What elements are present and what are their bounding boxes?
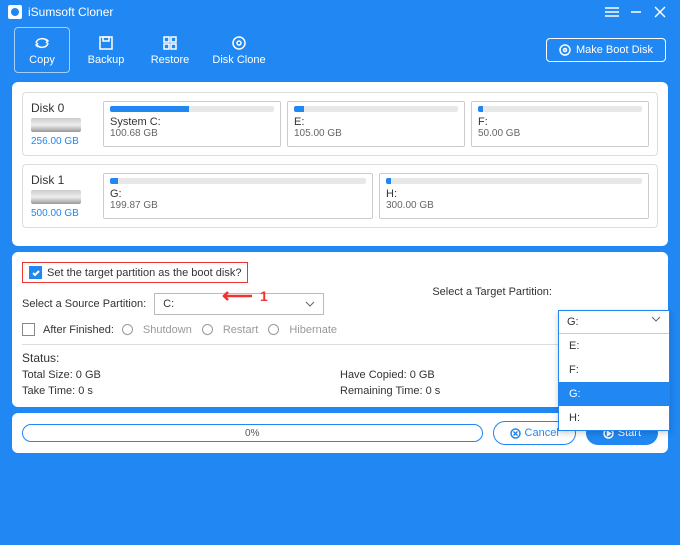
- after-radio-group: Shutdown Restart Hibernate: [122, 324, 337, 336]
- partition-size: 100.68 GB: [110, 128, 274, 139]
- options-panel: Set the target partition as the boot dis…: [12, 252, 668, 407]
- checkbox-checked-icon: [29, 266, 42, 279]
- boot-checkbox-row[interactable]: Set the target partition as the boot dis…: [22, 262, 248, 283]
- menu-icon[interactable]: [600, 2, 624, 22]
- annotation-arrow-1: 1: [222, 288, 268, 304]
- radio-restart[interactable]: [202, 324, 213, 335]
- partition[interactable]: F:50.00 GB: [471, 101, 649, 147]
- tab-restore[interactable]: Restore: [142, 27, 198, 73]
- partition-size: 105.00 GB: [294, 128, 458, 139]
- source-label: Select a Source Partition:: [22, 298, 146, 310]
- partition-label: H:: [386, 188, 642, 200]
- cancel-icon: [510, 428, 521, 439]
- target-option-g[interactable]: G:: [559, 382, 669, 406]
- partition-label: System C:: [110, 116, 274, 128]
- chevron-down-icon: [305, 301, 315, 307]
- target-option-e[interactable]: E:: [559, 334, 669, 358]
- tab-diskclone[interactable]: Disk Clone: [206, 27, 272, 73]
- partition[interactable]: E:105.00 GB: [287, 101, 465, 147]
- target-selected[interactable]: G:: [559, 311, 669, 334]
- tab-backup[interactable]: Backup: [78, 27, 134, 73]
- radio-shutdown[interactable]: [122, 324, 133, 335]
- chevron-down-icon: [651, 316, 661, 322]
- disk-name: Disk 0: [31, 101, 97, 115]
- partition-size: 199.87 GB: [110, 200, 366, 211]
- app-title: iSumsoft Cloner: [28, 5, 600, 19]
- progress-bar: 0%: [22, 424, 483, 442]
- partition-label: E:: [294, 116, 458, 128]
- disk-icon: [229, 34, 249, 52]
- make-boot-disk-button[interactable]: Make Boot Disk: [546, 38, 666, 62]
- after-checkbox[interactable]: [22, 323, 35, 336]
- disk-name: Disk 1: [31, 173, 97, 187]
- partition[interactable]: H:300.00 GB: [379, 173, 649, 219]
- close-icon[interactable]: [648, 2, 672, 22]
- radio-hibernate[interactable]: [268, 324, 279, 335]
- save-icon: [96, 34, 116, 52]
- partition-label: F:: [478, 116, 642, 128]
- app-logo: [8, 5, 22, 19]
- target-option-f[interactable]: F:: [559, 358, 669, 382]
- disk-size: 500.00 GB: [31, 208, 97, 219]
- disk-row: Disk 1500.00 GBG:199.87 GBH:300.00 GB: [22, 164, 658, 228]
- status-total: Total Size: 0 GB: [22, 369, 340, 381]
- refresh-icon: [32, 34, 52, 52]
- partition-size: 300.00 GB: [386, 200, 642, 211]
- status-take: Take Time: 0 s: [22, 385, 340, 397]
- after-label: After Finished:: [43, 324, 114, 336]
- toolbar: Copy Backup Restore Disk Clone Make Boot…: [0, 24, 680, 76]
- target-select-dropdown[interactable]: G: E: F: G: H:: [558, 310, 670, 431]
- target-label: Select a Target Partition:: [432, 286, 552, 298]
- partition[interactable]: System C:100.68 GB: [103, 101, 281, 147]
- disk-image: [31, 118, 81, 132]
- minimize-icon[interactable]: [624, 2, 648, 22]
- grid-icon: [160, 34, 180, 52]
- target-option-h[interactable]: H:: [559, 406, 669, 430]
- tab-copy[interactable]: Copy: [14, 27, 70, 73]
- partition[interactable]: G:199.87 GB: [103, 173, 373, 219]
- disk-size: 256.00 GB: [31, 136, 97, 147]
- partition-label: G:: [110, 188, 366, 200]
- partition-size: 50.00 GB: [478, 128, 642, 139]
- target-icon: [559, 44, 571, 56]
- disk-row: Disk 0256.00 GBSystem C:100.68 GBE:105.0…: [22, 92, 658, 156]
- titlebar: iSumsoft Cloner: [0, 0, 680, 24]
- disk-image: [31, 190, 81, 204]
- disk-panel: Disk 0256.00 GBSystem C:100.68 GBE:105.0…: [12, 82, 668, 246]
